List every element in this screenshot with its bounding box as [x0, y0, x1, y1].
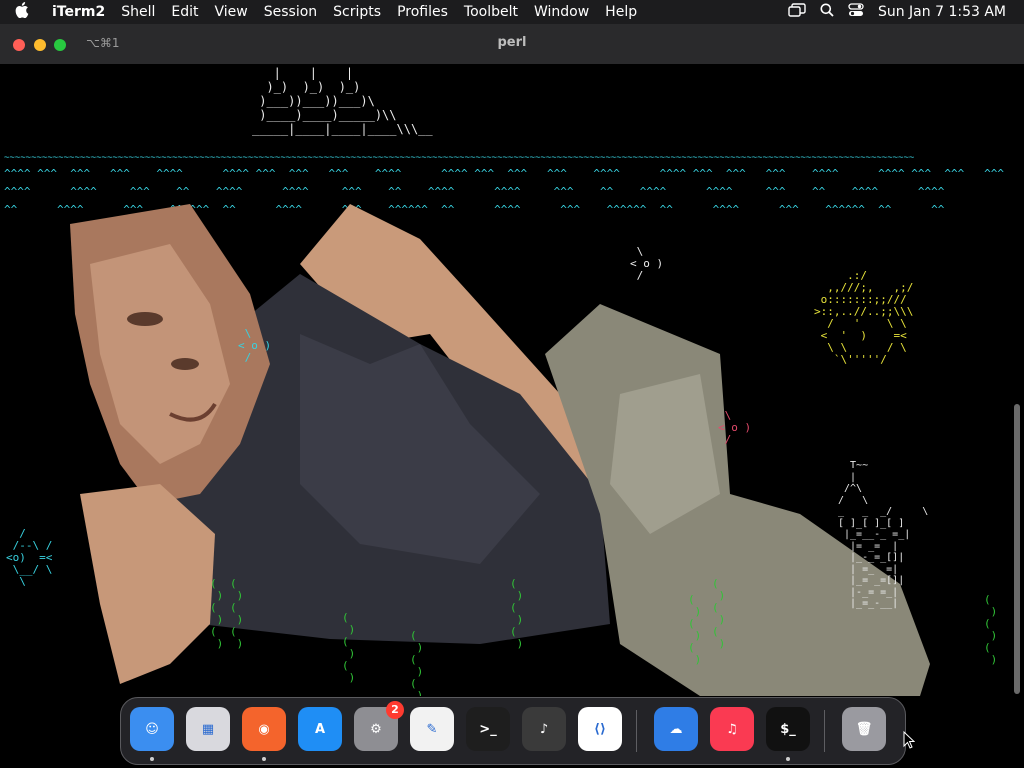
screen-mirroring-icon[interactable]: [788, 3, 806, 21]
notification-badge: 2: [386, 701, 404, 719]
running-indicator: [786, 757, 790, 761]
dock-item-music[interactable]: ♫: [710, 707, 754, 751]
mouse-cursor-icon: [903, 730, 916, 753]
garageband-icon: ♪: [539, 721, 549, 737]
menu-edit[interactable]: Edit: [163, 4, 206, 20]
ascii-fish-big: .:/ ,,///;, ,;/ o:::::::;;/// >::,..//..…: [814, 269, 914, 366]
vscode-icon: ⟨⟩: [594, 721, 606, 737]
terminal-view[interactable]: | | | )_) )_) )_) )___))___))___)\ )____…: [0, 64, 1024, 696]
ascii-fish-middle: \ < o ) /: [238, 327, 272, 364]
app-store-icon: A: [314, 721, 326, 737]
dock-separator: [824, 710, 825, 752]
menu-scripts[interactable]: Scripts: [325, 4, 389, 20]
launchpad-icon: ▦: [201, 721, 215, 737]
dock-item-iterm2[interactable]: $_: [766, 707, 810, 751]
music-icon: ♫: [726, 721, 738, 737]
ascii-seaweed: ( ) ( ) ( ): [230, 577, 244, 650]
ascii-fish-left: / /--\ / <o) =< \__/ \ \: [6, 527, 53, 588]
dock-item-system-settings[interactable]: ⚙ 2: [354, 701, 404, 751]
menu-app-name[interactable]: iTerm2: [44, 4, 113, 20]
menu-window[interactable]: Window: [526, 4, 597, 20]
weather-icon: ☁: [669, 721, 683, 737]
menu-help[interactable]: Help: [597, 4, 645, 20]
dock-item-app-store[interactable]: A: [298, 707, 342, 751]
running-indicator: [262, 757, 266, 761]
menu-toolbelt[interactable]: Toolbelt: [456, 4, 526, 20]
ascii-seaweed: ( ) ( ) ( ): [510, 577, 524, 650]
ascii-fish-small: \ < o ) /: [630, 245, 664, 282]
dock-separator: [636, 710, 637, 752]
dock-item-finder[interactable]: ☺: [130, 707, 174, 751]
menu-view[interactable]: View: [207, 4, 256, 20]
menu-shell[interactable]: Shell: [113, 4, 163, 20]
finder-icon: ☺: [145, 721, 159, 737]
ascii-seaweed: ( ) ( ) ( ): [410, 629, 424, 697]
ascii-fish-tiny: \ < o ) /: [718, 409, 752, 446]
terminal-scrollbar[interactable]: [1014, 404, 1020, 694]
dock: ☺ ▦ ◉ A ⚙ 2 ✎ >_ ♪ ⟨⟩ ☁ ♫ $_ 🗑: [120, 697, 906, 765]
menubar-clock[interactable]: Sun Jan 7 1:53 AM: [878, 4, 1006, 20]
window-title: perl: [497, 35, 527, 50]
textedit-icon: ✎: [426, 721, 438, 737]
ascii-seaweed: ( ) ( ) ( ): [984, 593, 998, 666]
iterm-icon: $_: [780, 721, 796, 737]
ascii-castle: T~~ | /^\ / \ _ _ _/ \ [ ]_[ ]_[ ] |_=__…: [838, 460, 929, 609]
firefox-icon: ◉: [258, 721, 270, 737]
dock-item-trash[interactable]: 🗑: [842, 707, 886, 751]
dock-item-visual-studio-code[interactable]: ⟨⟩: [578, 707, 622, 751]
dock-item-terminal[interactable]: >_: [466, 707, 510, 751]
menu-bar: iTerm2 Shell Edit View Session Scripts P…: [0, 0, 1024, 24]
window-title-bar[interactable]: ⌥⌘1 perl: [0, 24, 1024, 64]
ascii-seaweed: ( ) ( ) ( ): [342, 611, 356, 684]
ascii-seaweed: ( ) ( ) ( ): [210, 577, 224, 650]
trash-icon: 🗑: [855, 721, 873, 737]
dock-item-weather[interactable]: ☁: [654, 707, 698, 751]
menu-profiles[interactable]: Profiles: [389, 4, 456, 20]
apple-menu-icon[interactable]: [0, 2, 44, 22]
running-indicator: [150, 757, 154, 761]
dock-item-firefox[interactable]: ◉: [242, 707, 286, 751]
menu-session[interactable]: Session: [256, 4, 325, 20]
dock-item-launchpad[interactable]: ▦: [186, 707, 230, 751]
control-center-icon[interactable]: [848, 3, 864, 21]
terminal-icon: >_: [479, 721, 497, 737]
ascii-seaweed: ( ) ( ) ( ): [712, 577, 726, 650]
ascii-seaweed: ( ) ( ) ( ): [688, 593, 702, 666]
dock-item-textedit[interactable]: ✎: [410, 707, 454, 751]
dock-item-garageband[interactable]: ♪: [522, 707, 566, 751]
search-icon[interactable]: [820, 3, 834, 21]
